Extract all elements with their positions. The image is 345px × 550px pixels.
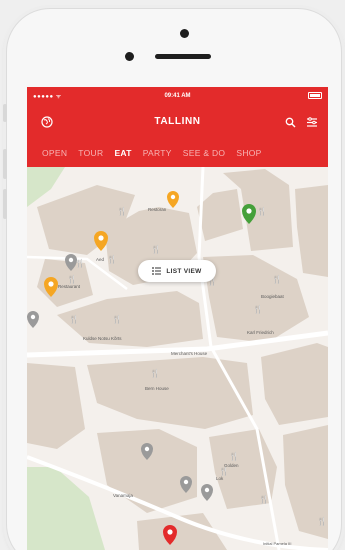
place-label: Restaurant bbox=[58, 284, 81, 289]
map-view[interactable]: 🍴 🍴 🍴 🍴 🍴 🍴 🍴 🍴 🍴 🍴 🍴 🍴 🍴 🍴 🍴 🍴 Restoran… bbox=[27, 166, 328, 550]
map-canvas[interactable] bbox=[27, 166, 328, 550]
search-icon[interactable] bbox=[285, 115, 296, 133]
battery-icon bbox=[308, 92, 322, 99]
restaurant-icon[interactable]: 🍴 bbox=[151, 245, 161, 254]
tab-shop[interactable]: SHOP bbox=[236, 148, 261, 158]
place-label: Boogiebaat bbox=[261, 294, 284, 299]
restaurant-icon[interactable]: 🍴 bbox=[75, 259, 85, 268]
place-label: Bern House bbox=[145, 386, 169, 391]
tab-eat[interactable]: EAT bbox=[114, 148, 131, 158]
restaurant-icon[interactable]: 🍴 bbox=[117, 207, 127, 216]
restaurant-icon[interactable]: 🍴 bbox=[69, 315, 79, 324]
place-label: Restoran bbox=[148, 207, 167, 212]
volume-down-button bbox=[3, 189, 7, 219]
place-label: Vanamaja bbox=[113, 493, 133, 498]
restaurant-icon[interactable]: 🍴 bbox=[272, 275, 282, 284]
place-label: Kuldse Notsu Kõrts bbox=[83, 336, 122, 341]
earpiece-speaker bbox=[155, 54, 211, 59]
carrier-signal: ●●●●● ᯤ bbox=[33, 94, 62, 100]
place-label: Lok bbox=[216, 476, 224, 481]
status-time: 09:41 AM bbox=[164, 93, 191, 99]
restaurant-icon[interactable]: 🍴 bbox=[107, 255, 117, 264]
app-screen: ●●●●● ᯤ 09:41 AM TALLINN OPEN TOUR EAT P… bbox=[27, 87, 328, 550]
restaurant-icon[interactable]: 🍴 bbox=[112, 315, 122, 324]
restaurant-icon[interactable]: 🍴 bbox=[67, 275, 77, 284]
front-camera bbox=[180, 29, 189, 38]
place-label: Aed bbox=[96, 257, 105, 262]
place-label: Karl Friedrich bbox=[247, 330, 274, 335]
app-header: TALLINN bbox=[27, 105, 328, 139]
list-view-button[interactable]: LIST VIEW bbox=[138, 260, 216, 282]
filter-menu-icon[interactable] bbox=[306, 115, 318, 133]
list-icon bbox=[152, 267, 162, 275]
mute-switch bbox=[3, 104, 7, 122]
category-tabs: OPEN TOUR EAT PARTY SEE & DO SHOP bbox=[27, 139, 328, 167]
map-attribution: Initial Pamela III bbox=[263, 541, 292, 546]
restaurant-icon[interactable]: 🍴 bbox=[259, 495, 269, 504]
restaurant-icon[interactable]: 🍴 bbox=[253, 305, 263, 314]
proximity-sensor bbox=[125, 52, 134, 61]
tab-party[interactable]: PARTY bbox=[143, 148, 172, 158]
restaurant-icon[interactable]: 🍴 bbox=[317, 517, 327, 526]
tab-see-and-do[interactable]: SEE & DO bbox=[183, 148, 226, 158]
tab-open[interactable]: OPEN bbox=[42, 148, 67, 158]
status-bar: ●●●●● ᯤ 09:41 AM bbox=[27, 87, 328, 105]
restaurant-icon[interactable]: 🍴 bbox=[257, 207, 267, 216]
restaurant-icon[interactable]: 🍴 bbox=[219, 467, 229, 476]
place-label: Golden bbox=[224, 463, 239, 468]
restaurant-icon[interactable]: 🍴 bbox=[150, 369, 160, 378]
volume-up-button bbox=[3, 149, 7, 179]
tab-tour[interactable]: TOUR bbox=[78, 148, 103, 158]
restaurant-icon[interactable]: 🍴 bbox=[229, 452, 239, 461]
city-title: TALLINN bbox=[154, 116, 201, 127]
list-view-label: LIST VIEW bbox=[166, 267, 202, 275]
place-label: Merchant's House bbox=[171, 351, 208, 356]
